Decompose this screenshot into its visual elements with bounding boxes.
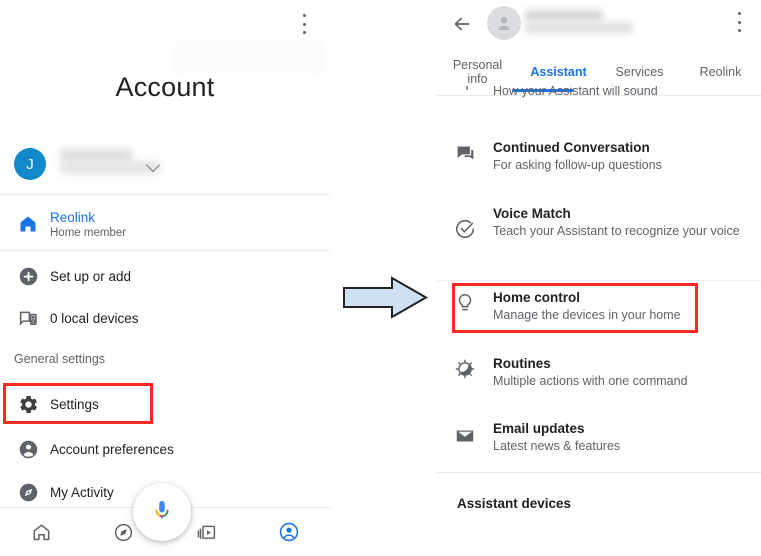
divider (0, 250, 330, 251)
compass-circle-icon (6, 482, 50, 503)
plus-circle-icon (6, 266, 50, 287)
list-item-home-control[interactable]: Home control Manage the devices in your … (437, 290, 761, 323)
item-title: Email updates (493, 421, 585, 436)
divider (437, 280, 761, 281)
list-item-local-devices[interactable]: 0 local devices (0, 300, 330, 336)
list-item-voice-match[interactable]: Voice Match Teach your Assistant to reco… (437, 206, 761, 240)
home-name: Reolink (50, 209, 96, 225)
settings-label: Settings (50, 396, 99, 412)
tab-label: Services (615, 65, 664, 79)
tab-reolink[interactable]: Reolink (680, 65, 761, 79)
more-vert-icon[interactable] (731, 12, 747, 32)
microphone-icon[interactable] (133, 483, 191, 541)
nav-item-home[interactable] (0, 522, 83, 543)
nav-item-account[interactable] (248, 521, 331, 543)
tab-label: Assistant (530, 65, 587, 79)
sidebar-item-settings[interactable]: Settings (0, 386, 330, 422)
item-subtitle: Teach your Assistant to recognize your v… (493, 224, 740, 238)
section-label-general-settings: General settings (14, 352, 106, 366)
item-subtitle: Manage the devices in your home (493, 308, 681, 322)
list-item-setup-or-add[interactable]: Set up or add (0, 258, 330, 294)
tab-label: Personal info (452, 58, 503, 86)
check-circle-icon (437, 206, 493, 240)
tab-label: Reolink (699, 65, 742, 79)
tab-assistant[interactable]: Assistant (518, 65, 599, 79)
tab-personal-info[interactable]: Personal info (437, 58, 518, 86)
item-subtitle: Multiple actions with one command (493, 374, 688, 388)
account-switcher-row[interactable]: J (0, 134, 330, 194)
envelope-icon (437, 421, 493, 454)
chat-bubbles-icon (437, 140, 493, 173)
account-preferences-label: Account preferences (50, 441, 174, 457)
divider (0, 194, 330, 195)
divider (437, 472, 761, 473)
routines-icon (437, 356, 493, 389)
item-title: Continued Conversation (493, 140, 650, 155)
item-subtitle: For asking follow-up questions (493, 158, 662, 172)
list-item-home[interactable]: Reolink Home member (0, 200, 330, 248)
list-item-email-updates[interactable]: Email updates Latest news & features (437, 421, 761, 454)
account-name-blurred (525, 8, 655, 38)
explore-compass-icon (113, 522, 134, 543)
gear-icon (6, 394, 50, 415)
account-screen: Account J Reolink Home member Set up or … (0, 0, 330, 556)
my-activity-label: My Activity (50, 484, 114, 500)
section-heading-assistant-devices: Assistant devices (457, 496, 572, 511)
page-title: Account (115, 72, 215, 102)
home-role: Home member (50, 226, 127, 239)
media-library-icon (196, 522, 217, 543)
home-icon (6, 214, 50, 234)
sidebar-item-account-preferences[interactable]: Account preferences (0, 431, 330, 467)
mic-stand-icon (459, 86, 475, 92)
back-arrow-icon[interactable] (451, 13, 473, 35)
setup-or-add-label: Set up or add (50, 268, 132, 284)
person-avatar-icon[interactable] (487, 6, 521, 40)
home-outline-icon (31, 522, 52, 543)
item-title: Home control (493, 290, 581, 305)
local-device-icon (6, 308, 50, 329)
account-name-blurred (60, 149, 330, 179)
list-item-continued-conversation[interactable]: Continued Conversation For asking follow… (437, 140, 761, 173)
item-title: Routines (493, 356, 551, 371)
local-devices-label: 0 local devices (50, 310, 139, 326)
list-item-routines[interactable]: Routines Multiple actions with one comma… (437, 356, 761, 389)
account-circle-icon (278, 521, 300, 543)
blurred-status-region (175, 40, 325, 76)
list-item-assistant-voice-partial[interactable]: How your Assistant will sound (437, 86, 761, 108)
item-subtitle: Latest news & features (493, 439, 621, 453)
assistant-settings-screen: Personal info Assistant Services Reolink… (437, 0, 761, 556)
avatar[interactable]: J (14, 148, 46, 180)
lightbulb-icon (437, 290, 493, 323)
right-arrow-icon (340, 275, 430, 320)
assistant-voice-subtitle: How your Assistant will sound (493, 86, 658, 98)
more-vert-icon[interactable] (296, 14, 312, 34)
tab-services[interactable]: Services (599, 65, 680, 79)
person-circle-icon (6, 439, 50, 460)
item-title: Voice Match (493, 206, 571, 221)
